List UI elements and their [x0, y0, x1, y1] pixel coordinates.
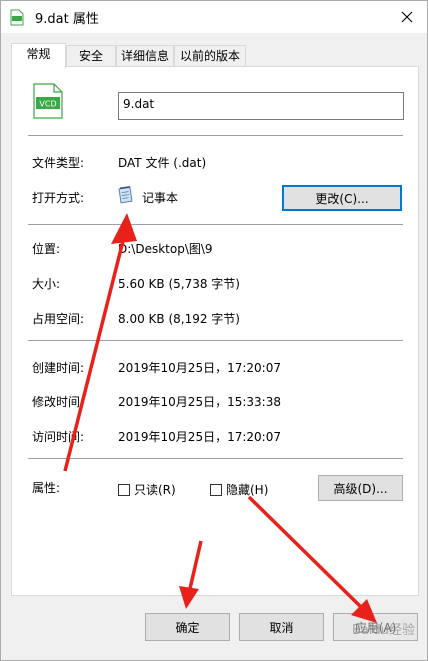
disk-size-value: 8.00 KB (8,192 字节)	[118, 312, 240, 326]
readonly-checkbox[interactable]: 只读(R)	[118, 481, 176, 498]
size-label: 大小:	[32, 277, 61, 291]
file-icon	[10, 9, 24, 26]
modified-label: 修改时间:	[32, 395, 85, 409]
close-button[interactable]	[387, 1, 427, 33]
divider	[28, 458, 403, 459]
file-type-value: DAT 文件 (.dat)	[118, 156, 207, 170]
title-bar: 9.dat 属性	[1, 1, 427, 33]
close-icon	[401, 11, 413, 23]
readonly-checkbox-box[interactable]	[118, 483, 130, 496]
file-name-input[interactable]: 9.dat	[118, 92, 404, 120]
window-title: 9.dat 属性	[35, 12, 99, 27]
divider	[28, 340, 403, 341]
advanced-button[interactable]: 高级(D)...	[318, 475, 403, 501]
notepad-icon	[118, 186, 133, 204]
tab-security[interactable]: 安全	[66, 45, 116, 67]
hidden-label: 隐藏(H)	[226, 483, 269, 497]
file-type-label: 文件类型:	[32, 156, 85, 170]
properties-dialog: 9.dat 属性 常规 安全 详细信息 以前的版本 VCD 9.dat 文件类型…	[0, 0, 428, 661]
divider	[28, 224, 403, 225]
hidden-checkbox[interactable]: 隐藏(H)	[210, 481, 268, 498]
modified-value: 2019年10月25日，15:33:38	[118, 395, 281, 409]
cancel-button[interactable]: 取消	[239, 613, 324, 641]
change-button[interactable]: 更改(C)...	[282, 185, 402, 211]
tab-general[interactable]: 常规	[11, 43, 66, 68]
ok-button[interactable]: 确定	[145, 613, 230, 641]
tab-previous-versions[interactable]: 以前的版本	[174, 45, 246, 67]
accessed-label: 访问时间:	[32, 430, 85, 444]
readonly-label: 只读(R)	[134, 483, 176, 497]
created-value: 2019年10月25日，17:20:07	[118, 361, 281, 375]
size-value: 5.60 KB (5,738 字节)	[118, 277, 240, 291]
location-label: 位置:	[32, 242, 61, 256]
divider	[28, 135, 403, 136]
opens-with-label: 打开方式:	[32, 191, 85, 205]
general-panel: VCD 9.dat 文件类型: DAT 文件 (.dat) 打开方式: 记事本 …	[11, 66, 419, 596]
tab-details[interactable]: 详细信息	[116, 45, 174, 67]
svg-text:VCD: VCD	[39, 100, 56, 109]
accessed-value: 2019年10月25日，17:20:07	[118, 430, 281, 444]
hidden-checkbox-box[interactable]	[210, 483, 222, 496]
opens-with-value: 记事本	[142, 191, 179, 205]
location-value: D:\Desktop\图\9	[118, 242, 213, 256]
disk-size-label: 占用空间:	[32, 312, 85, 326]
attributes-label: 属性:	[32, 481, 61, 495]
created-label: 创建时间:	[32, 361, 85, 375]
watermark: Baidu经验	[352, 623, 415, 638]
vcd-file-icon: VCD	[33, 83, 63, 119]
